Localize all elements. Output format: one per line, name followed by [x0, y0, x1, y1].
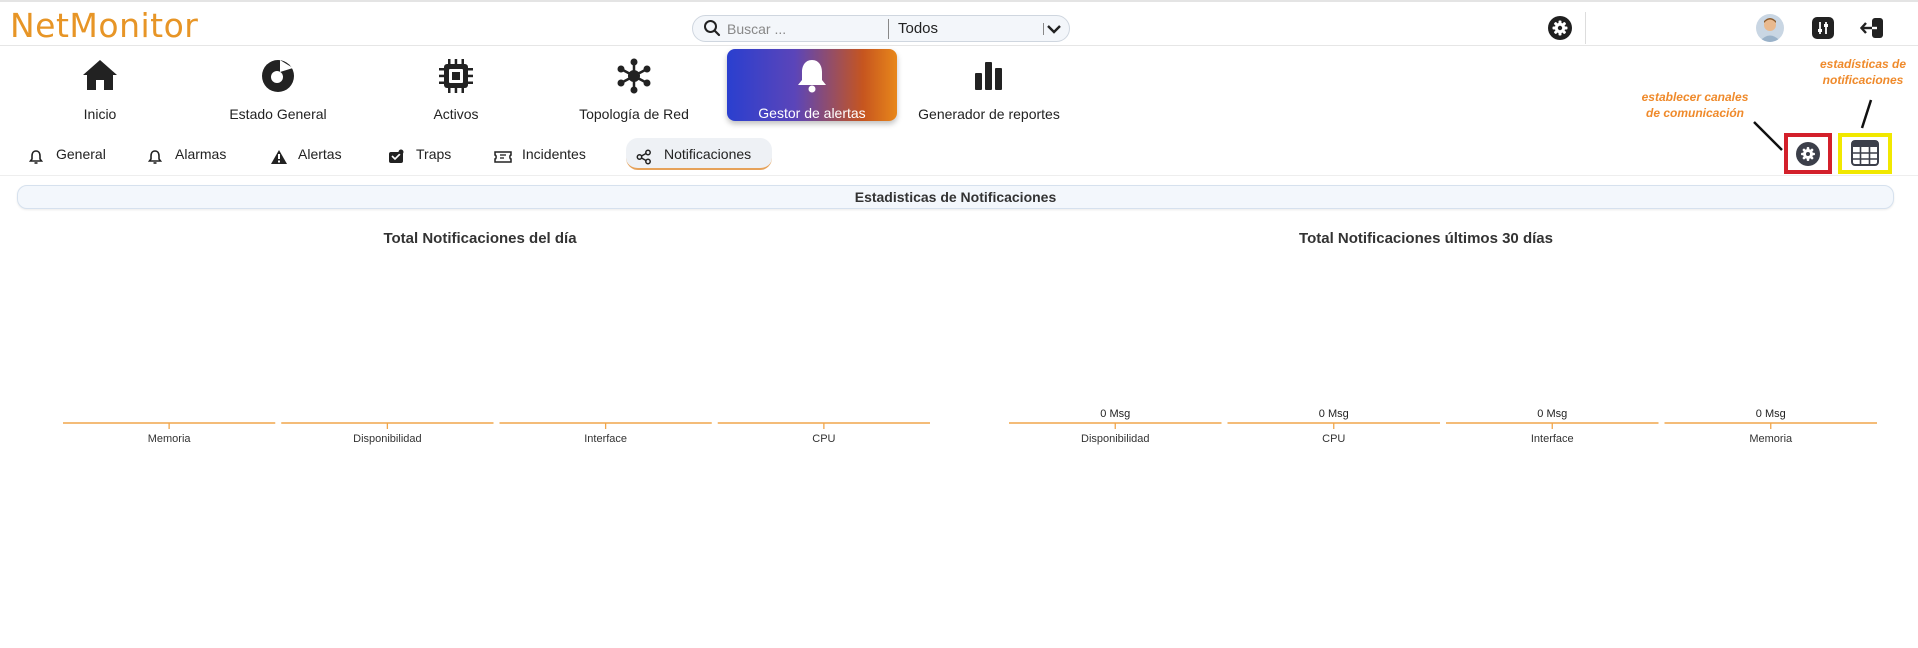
app-root: { "app": { "logo": "NetMonitor" }, "sear… [0, 0, 1918, 648]
data-label: 0 Msg [1100, 408, 1130, 420]
chart-day: Memoria Disponibilidad Interface CPU [63, 422, 930, 445]
tick-label: Disponibilidad [353, 433, 422, 445]
tick-label: CPU [1322, 433, 1345, 445]
channels-settings-button[interactable] [1784, 133, 1832, 174]
gear-icon [1796, 142, 1820, 166]
table-icon [1851, 140, 1879, 171]
annotation-arrow [1860, 99, 1873, 129]
tick-label: Interface [1531, 433, 1574, 445]
tick-label: Disponibilidad [1081, 433, 1150, 445]
chart-title-day: Total Notificaciones del día [383, 230, 577, 247]
tick-label: Interface [584, 433, 627, 445]
chart-title-30-days: Total Notificaciones últimos 30 días [1299, 230, 1553, 247]
data-label: 0 Msg [1756, 408, 1786, 420]
chart-30-days: Disponibilidad 0 Msg CPU 0 Msg Interface 0 Ms… [1009, 408, 1877, 445]
data-label: 0 Msg [1319, 408, 1349, 420]
section-title: Estadisticas de Notificaciones [17, 185, 1894, 209]
annotation-arrow [1753, 121, 1783, 151]
tick-label: CPU [812, 433, 835, 445]
notification-stats-button[interactable] [1838, 133, 1892, 174]
data-label: 0 Msg [1537, 408, 1567, 420]
tick-label: Memoria [148, 433, 192, 445]
annotation-arrows [1753, 99, 1873, 151]
tick-label: Memoria [1749, 433, 1793, 445]
